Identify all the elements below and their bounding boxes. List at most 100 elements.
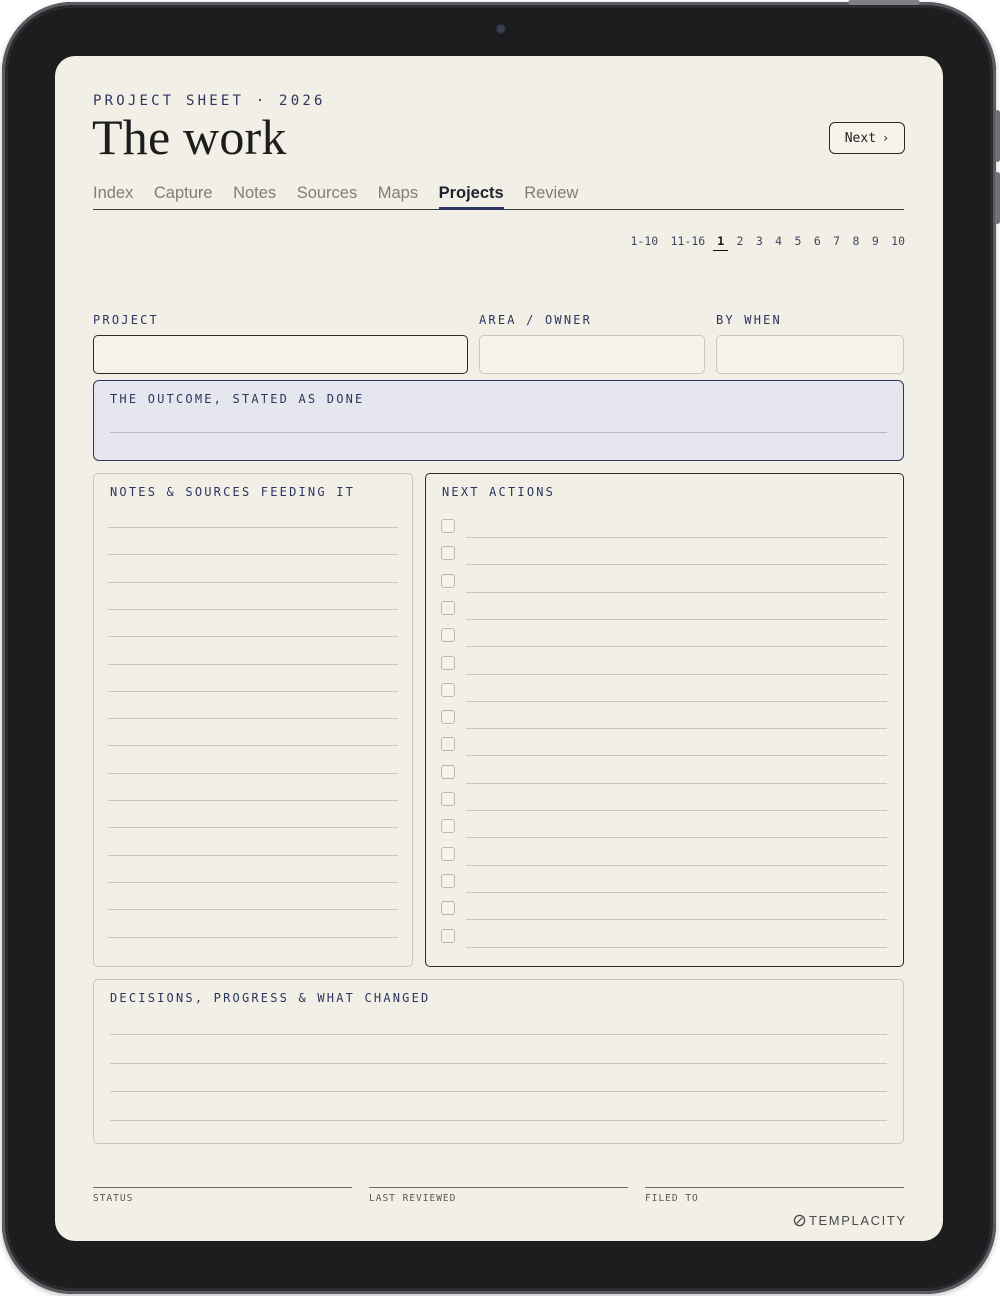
next-actions-panel: NEXT ACTIONS (425, 473, 904, 967)
action-checkbox[interactable] (441, 546, 455, 561)
action-checkbox[interactable] (441, 600, 455, 615)
filed-to-line[interactable] (645, 1187, 904, 1188)
brand-name: TEMPLACITY (809, 1212, 907, 1228)
last-reviewed-line[interactable] (369, 1187, 628, 1188)
decisions-writing-line (110, 1062, 887, 1064)
outcome-box[interactable]: THE OUTCOME, STATED AS DONE (93, 380, 904, 461)
tab-index[interactable]: Index (93, 184, 133, 210)
page-pagination: 1-10 11-16 1 2 3 4 5 6 7 8 9 10 (555, 232, 905, 252)
action-writing-line[interactable] (466, 946, 887, 948)
notes-writing-line (108, 854, 398, 856)
action-checkbox[interactable] (441, 628, 455, 643)
action-writing-line[interactable] (466, 919, 887, 921)
notes-writing-line (108, 718, 398, 720)
notes-writing-line (108, 690, 398, 692)
brand-mark-icon (793, 1214, 806, 1226)
filed-to-label: FILED TO (645, 1193, 699, 1204)
page-link[interactable]: 10 (891, 234, 905, 250)
project-field[interactable] (93, 335, 468, 374)
action-checkbox[interactable] (441, 737, 455, 752)
page-link[interactable]: 4 (775, 234, 782, 250)
notes-writing-line (108, 581, 398, 583)
notes-writing-line (108, 636, 398, 638)
notes-writing-line (108, 909, 398, 911)
notes-sources-panel[interactable]: NOTES & SOURCES FEEDING IT (93, 473, 413, 967)
action-writing-line[interactable] (466, 782, 887, 784)
decisions-writing-line (110, 1034, 887, 1035)
page-title: The work (92, 109, 287, 165)
decisions-panel[interactable]: DECISIONS, PROGRESS & WHAT CHANGED (93, 979, 904, 1144)
notes-writing-line (108, 772, 398, 774)
page-range-link[interactable]: 11-16 (671, 234, 706, 250)
brand-logo: TEMPLACITY (793, 1212, 907, 1228)
notes-writing-line (108, 527, 398, 528)
page-kicker: PROJECT SHEET · 2026 (93, 93, 326, 109)
action-checkbox[interactable] (441, 764, 455, 779)
action-writing-line[interactable] (466, 537, 887, 538)
action-writing-line[interactable] (466, 673, 887, 675)
action-checkbox[interactable] (441, 573, 455, 588)
area-owner-field[interactable] (479, 335, 705, 374)
action-writing-line[interactable] (466, 646, 887, 648)
power-button (848, 0, 920, 5)
action-checkbox[interactable] (441, 682, 455, 697)
action-checkbox[interactable] (441, 819, 455, 834)
outcome-label: THE OUTCOME, STATED AS DONE (110, 392, 365, 406)
notes-writing-line (108, 554, 398, 556)
area-owner-label: AREA / OWNER (479, 313, 593, 327)
tab-projects[interactable]: Projects (438, 184, 504, 210)
next-actions-label: NEXT ACTIONS (442, 485, 556, 499)
next-button[interactable]: Next › (829, 122, 905, 154)
page-link[interactable]: 2 (737, 234, 744, 250)
tab-maps[interactable]: Maps (378, 184, 418, 210)
action-writing-line[interactable] (466, 618, 887, 620)
notes-writing-line (108, 800, 398, 801)
action-writing-line[interactable] (466, 728, 887, 730)
tab-review[interactable]: Review (524, 184, 578, 210)
page-link[interactable]: 9 (872, 234, 879, 250)
action-writing-line[interactable] (466, 564, 887, 566)
decisions-label: DECISIONS, PROGRESS & WHAT CHANGED (110, 991, 431, 1005)
tab-capture[interactable]: Capture (154, 184, 213, 210)
by-when-field[interactable] (716, 335, 904, 374)
notes-writing-line (108, 827, 398, 829)
notes-writing-line (108, 608, 398, 610)
action-writing-line[interactable] (466, 837, 887, 839)
action-writing-line[interactable] (466, 755, 887, 757)
action-checkbox[interactable] (441, 519, 455, 533)
page-link[interactable]: 3 (756, 234, 763, 250)
notes-writing-line (108, 663, 398, 665)
outcome-writing-line (110, 432, 887, 433)
action-checkbox[interactable] (441, 846, 455, 861)
action-checkbox[interactable] (441, 710, 455, 725)
notes-writing-line (108, 745, 398, 747)
volume-up-button (995, 110, 1000, 162)
action-writing-line[interactable] (466, 864, 887, 866)
action-checkbox[interactable] (441, 792, 455, 806)
action-checkbox[interactable] (441, 873, 455, 888)
page-link[interactable]: 7 (833, 234, 840, 250)
action-writing-line[interactable] (466, 891, 887, 893)
status-line[interactable] (93, 1187, 352, 1188)
action-checkbox[interactable] (441, 928, 455, 943)
decisions-writing-line (110, 1119, 887, 1121)
next-button-label: Next (844, 130, 877, 146)
page-link-current[interactable]: 1 (713, 234, 729, 251)
tab-bar: Index Capture Notes Sources Maps Project… (93, 184, 904, 210)
tab-notes[interactable]: Notes (233, 184, 276, 210)
decisions-writing-line (110, 1091, 887, 1092)
page-range-link[interactable]: 1-10 (630, 234, 658, 250)
notes-writing-line (108, 881, 398, 883)
volume-down-button (995, 172, 1000, 224)
action-writing-line[interactable] (466, 591, 887, 593)
notes-sources-label: NOTES & SOURCES FEEDING IT (110, 485, 356, 499)
page-link[interactable]: 5 (795, 234, 802, 250)
page-link[interactable]: 6 (814, 234, 821, 250)
action-checkbox[interactable] (441, 655, 455, 670)
tab-sources[interactable]: Sources (297, 184, 358, 210)
action-writing-line[interactable] (466, 810, 887, 811)
action-writing-line[interactable] (466, 700, 887, 702)
page-link[interactable]: 8 (852, 234, 859, 250)
last-reviewed-label: LAST REVIEWED (369, 1193, 457, 1204)
action-checkbox[interactable] (441, 901, 455, 916)
